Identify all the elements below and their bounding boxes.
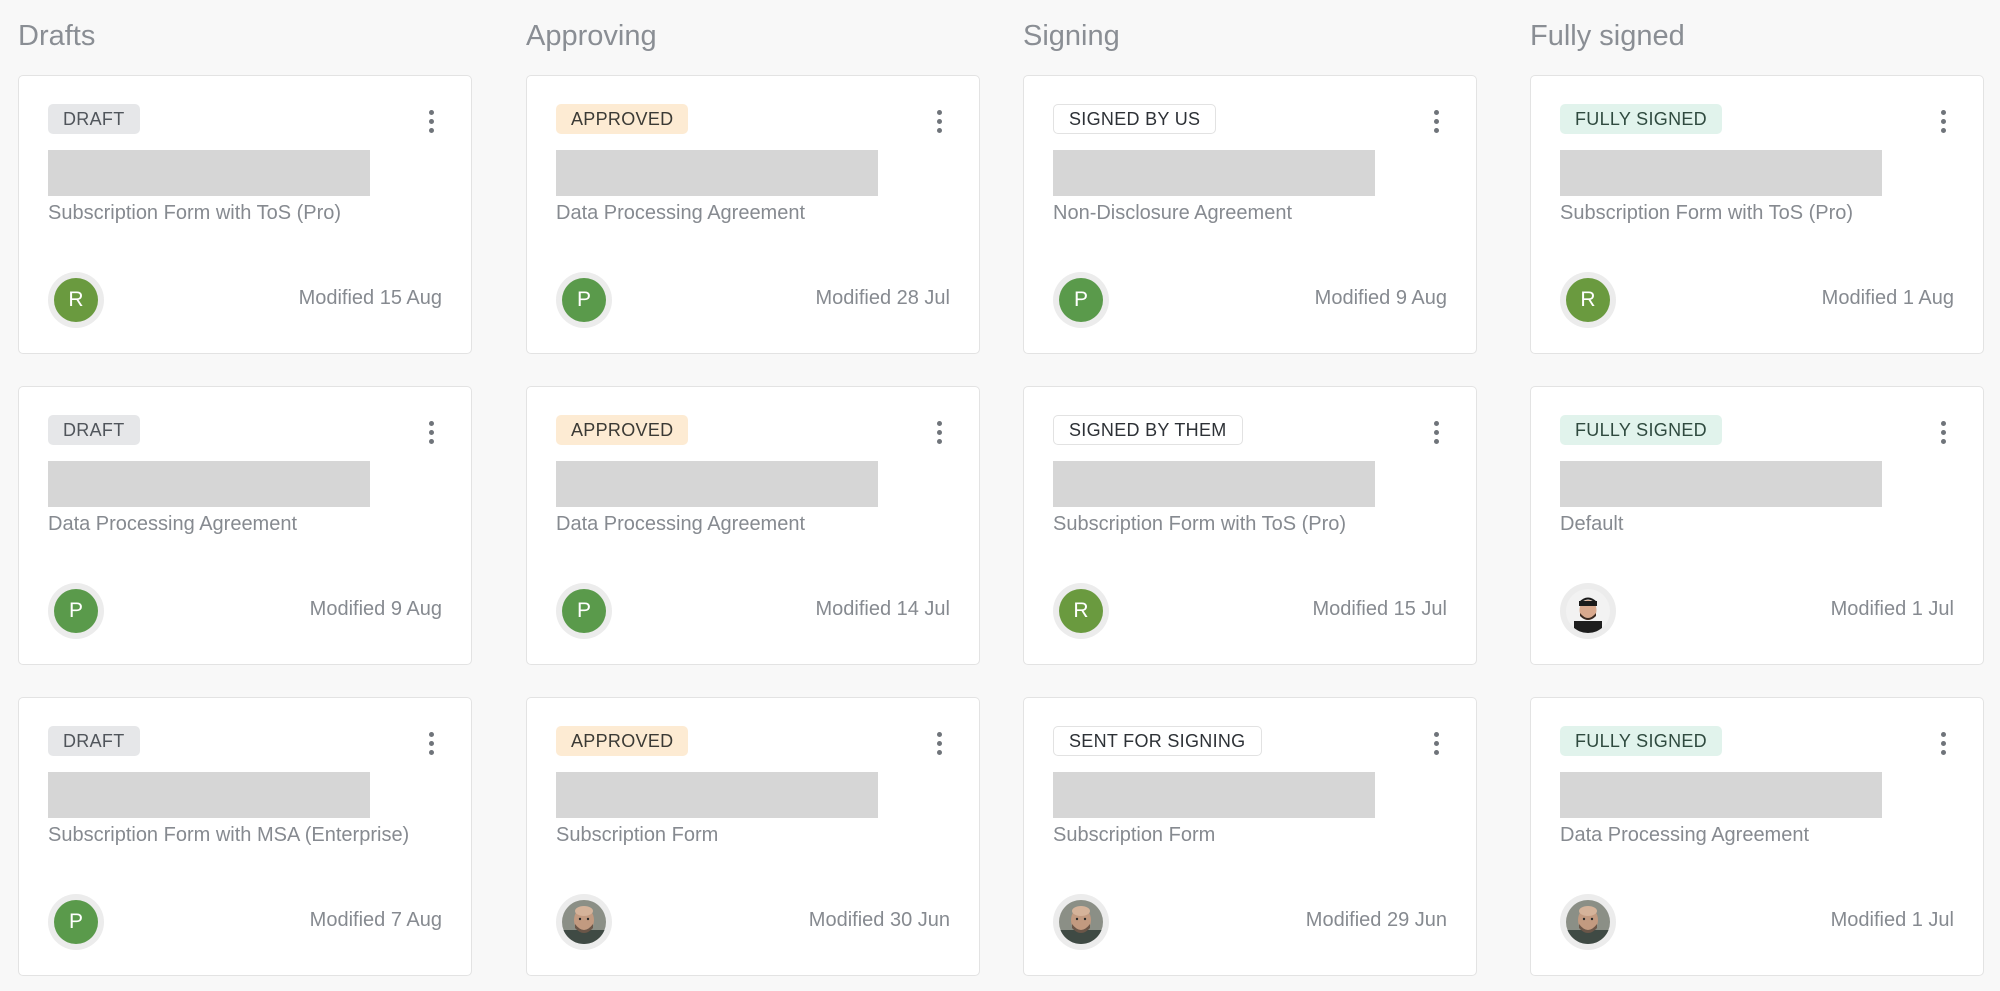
title-placeholder bbox=[48, 461, 370, 507]
status-badge: SIGNED BY THEM bbox=[1053, 415, 1243, 445]
status-badge: FULLY SIGNED bbox=[1560, 104, 1722, 134]
document-type: Subscription Form bbox=[1053, 824, 1216, 846]
avatar: P bbox=[48, 894, 104, 950]
avatar: R bbox=[1053, 583, 1109, 639]
title-placeholder bbox=[556, 150, 878, 196]
user-photo-icon bbox=[1566, 900, 1610, 944]
modified-date: Modified 1 Aug bbox=[1821, 287, 1954, 309]
contract-card[interactable]: DRAFT Subscription Form with ToS (Pro) R… bbox=[18, 75, 472, 354]
more-vertical-icon[interactable] bbox=[421, 417, 441, 447]
title-placeholder bbox=[1053, 150, 1375, 196]
more-vertical-icon[interactable] bbox=[929, 728, 949, 758]
contract-card[interactable]: SENT FOR SIGNING Subscription Form Modif… bbox=[1023, 697, 1477, 976]
document-type: Default bbox=[1560, 513, 1624, 535]
avatar bbox=[556, 894, 612, 950]
document-type: Subscription Form with ToS (Pro) bbox=[48, 202, 342, 224]
status-badge: SIGNED BY US bbox=[1053, 104, 1217, 134]
column-title: Approving bbox=[526, 20, 657, 52]
document-type: Subscription Form with MSA (Enterprise) bbox=[48, 824, 410, 846]
status-badge: APPROVED bbox=[556, 415, 689, 445]
column-title: Drafts bbox=[18, 20, 96, 52]
avatar: R bbox=[48, 272, 104, 328]
document-type: Subscription Form with ToS (Pro) bbox=[1053, 513, 1347, 535]
document-type: Data Processing Agreement bbox=[556, 513, 806, 535]
avatar: P bbox=[1053, 272, 1109, 328]
more-vertical-icon[interactable] bbox=[1933, 728, 1953, 758]
document-type: Subscription Form with ToS (Pro) bbox=[1560, 202, 1854, 224]
more-vertical-icon[interactable] bbox=[929, 417, 949, 447]
avatar: P bbox=[556, 272, 612, 328]
more-vertical-icon[interactable] bbox=[1933, 417, 1953, 447]
status-badge: FULLY SIGNED bbox=[1560, 726, 1722, 756]
title-placeholder bbox=[1053, 461, 1375, 507]
more-vertical-icon[interactable] bbox=[1426, 728, 1446, 758]
title-placeholder bbox=[1560, 150, 1882, 196]
title-placeholder bbox=[1560, 772, 1882, 818]
modified-date: Modified 9 Aug bbox=[1314, 287, 1447, 309]
modified-date: Modified 7 Aug bbox=[309, 909, 442, 931]
modified-date: Modified 14 Jul bbox=[815, 598, 950, 620]
document-type: Data Processing Agreement bbox=[48, 513, 298, 535]
title-placeholder bbox=[556, 772, 878, 818]
avatar: R bbox=[1560, 272, 1616, 328]
contract-card[interactable]: FULLY SIGNED Default Modified 1 Jul bbox=[1530, 386, 1984, 665]
modified-date: Modified 1 Jul bbox=[1830, 598, 1954, 620]
status-badge: DRAFT bbox=[48, 104, 140, 134]
more-vertical-icon[interactable] bbox=[1426, 106, 1446, 136]
contract-card[interactable]: DRAFT Data Processing Agreement P Modifi… bbox=[18, 386, 472, 665]
user-photo-icon bbox=[1059, 900, 1103, 944]
more-vertical-icon[interactable] bbox=[421, 106, 441, 136]
contract-card[interactable]: FULLY SIGNED Data Processing Agreement M… bbox=[1530, 697, 1984, 976]
status-badge: APPROVED bbox=[556, 104, 689, 134]
modified-date: Modified 15 Aug bbox=[298, 287, 442, 309]
title-placeholder bbox=[1053, 772, 1375, 818]
column-title: Fully signed bbox=[1530, 20, 1685, 52]
document-type: Data Processing Agreement bbox=[1560, 824, 1810, 846]
user-photo-icon bbox=[1566, 589, 1610, 633]
status-badge: SENT FOR SIGNING bbox=[1053, 726, 1262, 756]
modified-date: Modified 9 Aug bbox=[309, 598, 442, 620]
contract-card[interactable]: APPROVED Data Processing Agreement P Mod… bbox=[526, 386, 980, 665]
contract-card[interactable]: APPROVED Subscription Form Modified 30 J… bbox=[526, 697, 980, 976]
kanban-board: Drafts DRAFT Subscription Form with ToS … bbox=[0, 0, 2000, 991]
user-photo-icon bbox=[562, 900, 606, 944]
modified-date: Modified 28 Jul bbox=[815, 287, 950, 309]
document-type: Non-Disclosure Agreement bbox=[1053, 202, 1292, 224]
modified-date: Modified 29 Jun bbox=[1305, 909, 1447, 931]
title-placeholder bbox=[556, 461, 878, 507]
title-placeholder bbox=[1560, 461, 1882, 507]
status-badge: DRAFT bbox=[48, 726, 140, 756]
avatar: P bbox=[556, 583, 612, 639]
avatar: P bbox=[48, 583, 104, 639]
more-vertical-icon[interactable] bbox=[421, 728, 441, 758]
column-title: Signing bbox=[1023, 20, 1120, 52]
modified-date: Modified 30 Jun bbox=[808, 909, 950, 931]
more-vertical-icon[interactable] bbox=[1933, 106, 1953, 136]
status-badge: DRAFT bbox=[48, 415, 140, 445]
contract-card[interactable]: FULLY SIGNED Subscription Form with ToS … bbox=[1530, 75, 1984, 354]
contract-card[interactable]: SIGNED BY THEM Subscription Form with To… bbox=[1023, 386, 1477, 665]
avatar bbox=[1560, 583, 1616, 639]
more-vertical-icon[interactable] bbox=[929, 106, 949, 136]
more-vertical-icon[interactable] bbox=[1426, 417, 1446, 447]
contract-card[interactable]: SIGNED BY US Non-Disclosure Agreement P … bbox=[1023, 75, 1477, 354]
title-placeholder bbox=[48, 150, 370, 196]
status-badge: FULLY SIGNED bbox=[1560, 415, 1722, 445]
status-badge: APPROVED bbox=[556, 726, 689, 756]
avatar bbox=[1560, 894, 1616, 950]
modified-date: Modified 15 Jul bbox=[1312, 598, 1447, 620]
contract-card[interactable]: DRAFT Subscription Form with MSA (Enterp… bbox=[18, 697, 472, 976]
title-placeholder bbox=[48, 772, 370, 818]
contract-card[interactable]: APPROVED Data Processing Agreement P Mod… bbox=[526, 75, 980, 354]
modified-date: Modified 1 Jul bbox=[1830, 909, 1954, 931]
avatar bbox=[1053, 894, 1109, 950]
document-type: Subscription Form bbox=[556, 824, 719, 846]
document-type: Data Processing Agreement bbox=[556, 202, 806, 224]
